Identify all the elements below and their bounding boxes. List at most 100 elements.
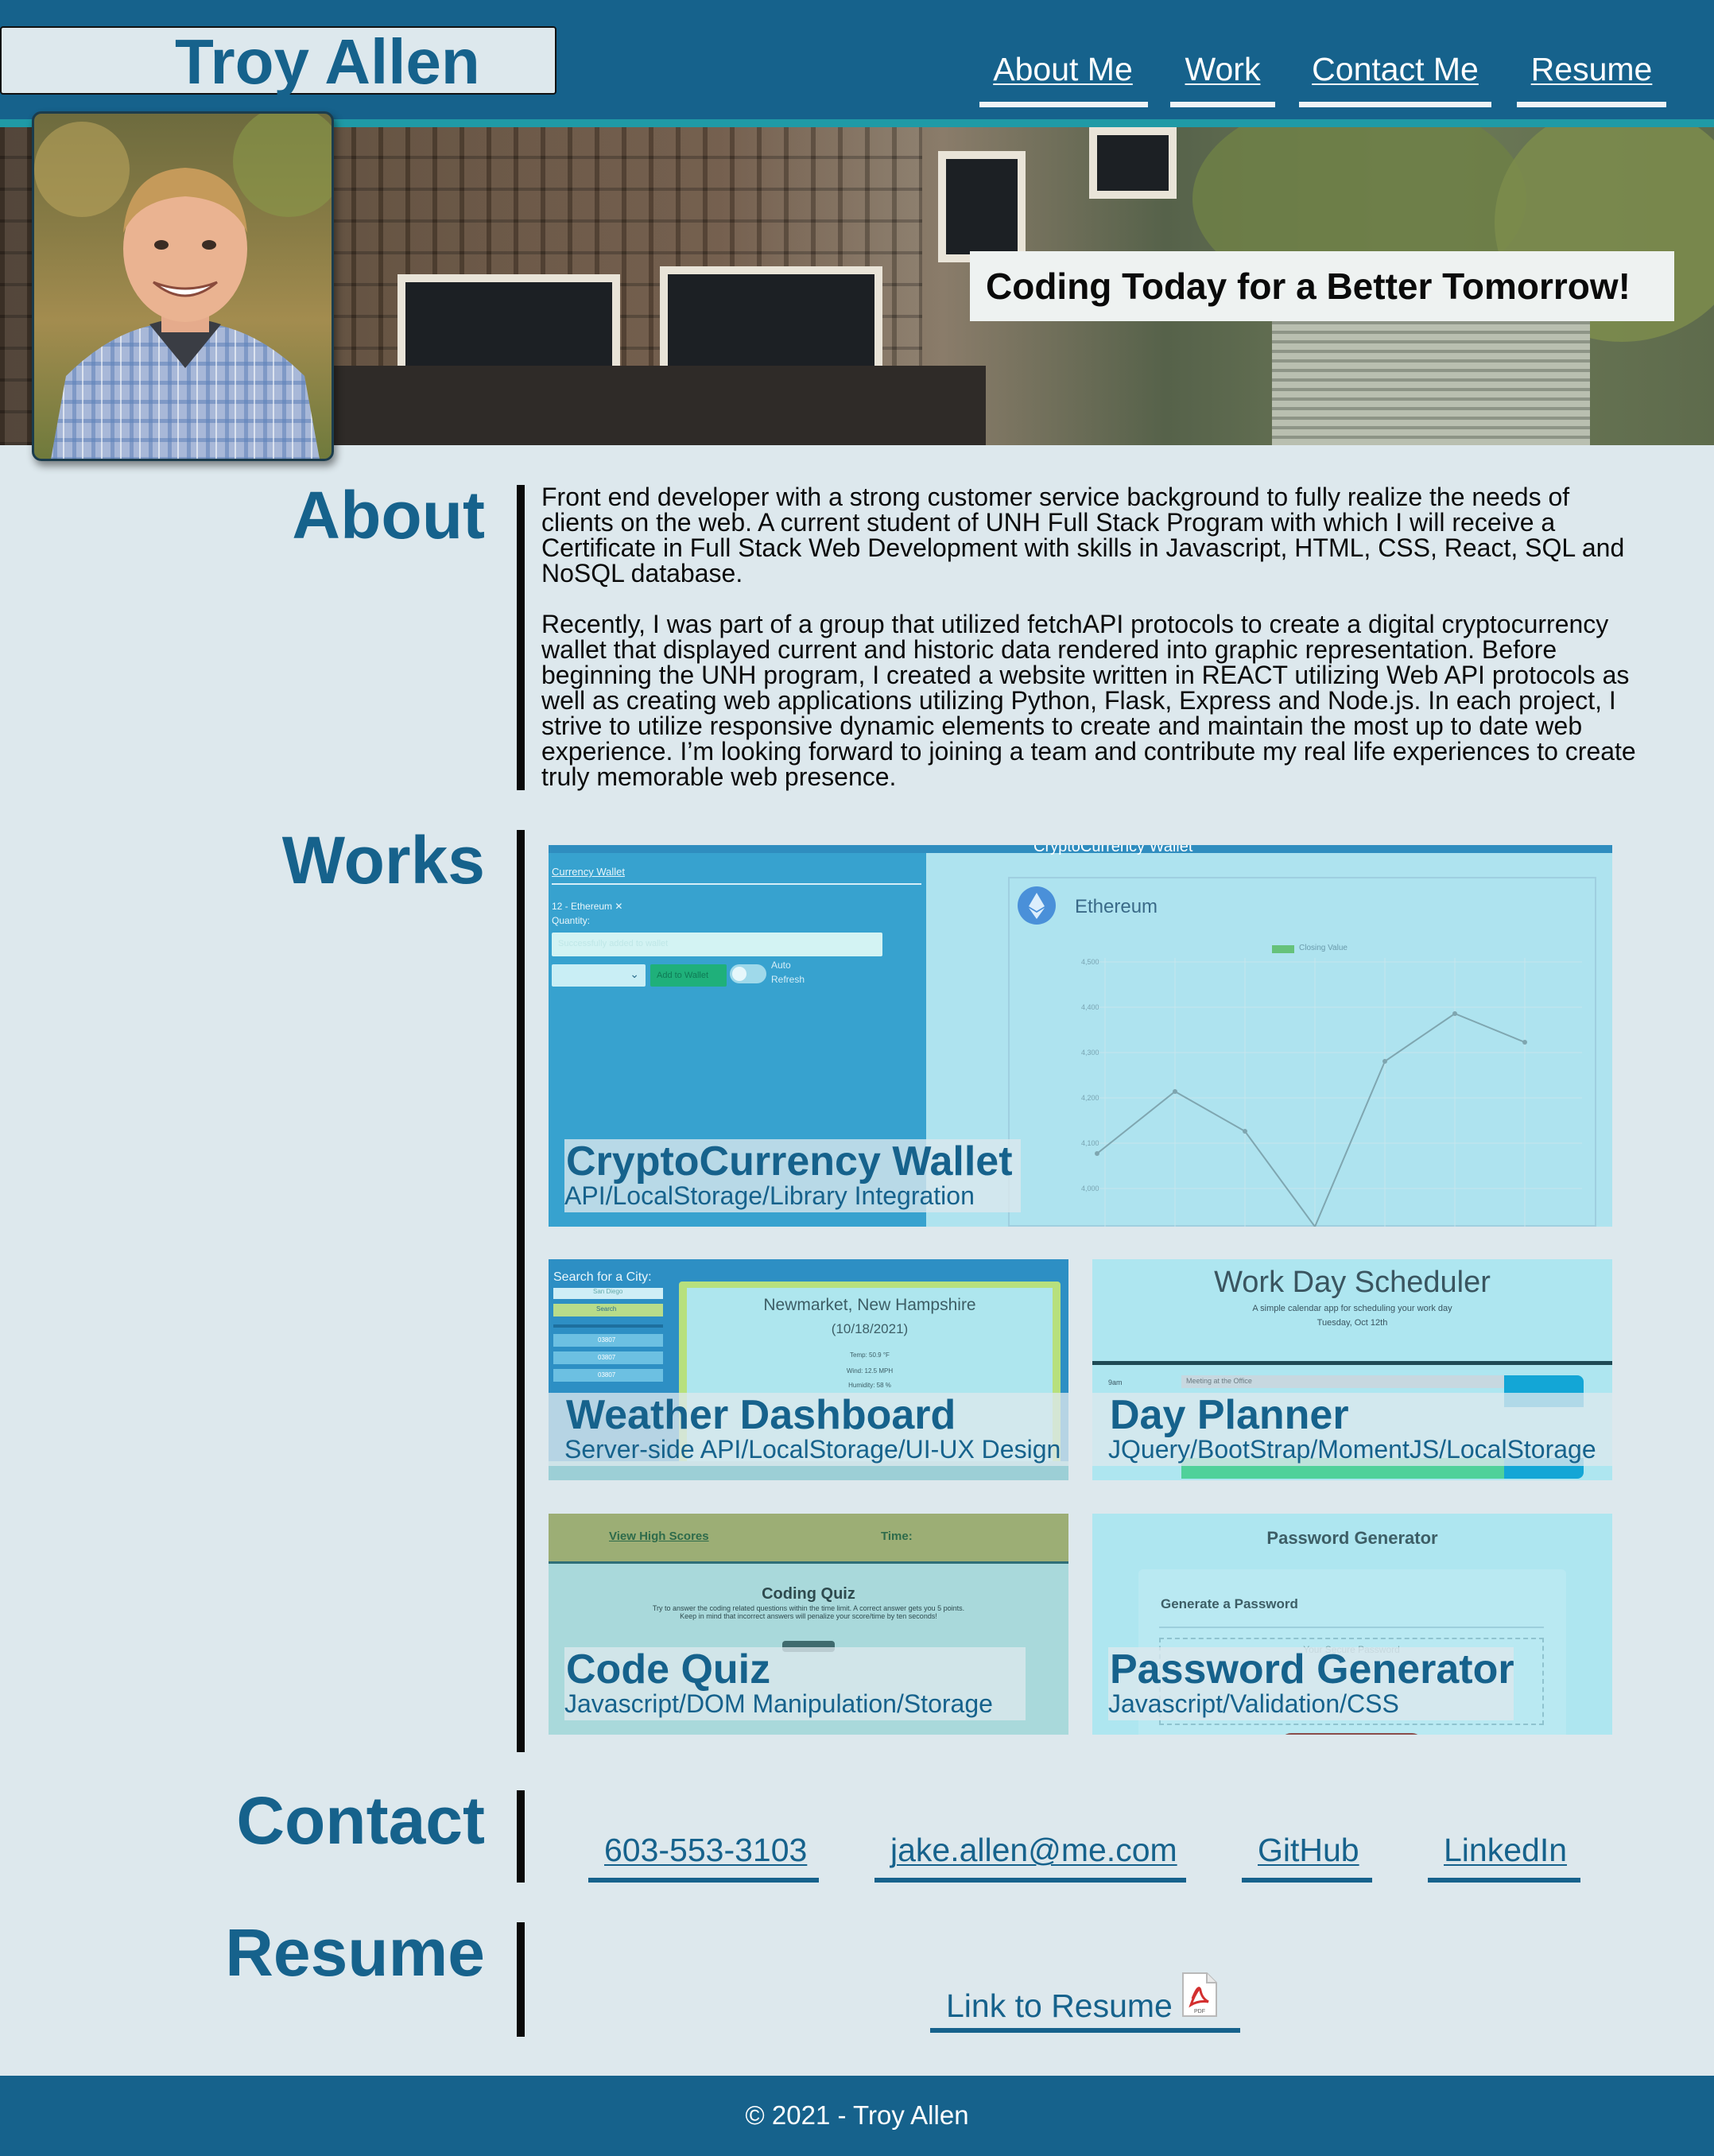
crypto-toggle-label-2: Refresh: [771, 974, 805, 985]
work-title-weather-dashboard: Weather Dashboard: [566, 1392, 956, 1438]
hero-tagline-box: Coding Today for a Better Tomorrow!: [970, 251, 1674, 321]
weather-humidity: Humidity: 58 %: [848, 1382, 891, 1389]
quiz-heading: Coding Quiz: [762, 1585, 855, 1603]
contact-email-link[interactable]: jake.allen@me.com: [890, 1830, 1177, 1870]
pdf-icon[interactable]: PDF: [1181, 1972, 1218, 2018]
works-heading: Works: [281, 823, 485, 898]
contact-phone-link[interactable]: 603-553-3103: [604, 1830, 807, 1870]
crypto-app-title: CryptoCurrency Wallet: [1033, 845, 1193, 855]
weather-search-button: Search: [553, 1304, 663, 1316]
quiz-header: View High Scores Time:: [549, 1514, 1068, 1561]
hero-window: [938, 151, 1026, 262]
work-card-password-generator[interactable]: Password Generator Generate a Password Y…: [1092, 1514, 1612, 1735]
hero-window: [1089, 127, 1177, 199]
work-subtitle-password-generator: Javascript/Validation/CSS: [1108, 1689, 1399, 1718]
planner-event: Meeting at the Office: [1186, 1377, 1252, 1385]
quiz-timer-label: Time:: [881, 1530, 913, 1543]
about-paragraph-2: Recently, I was part of a group that uti…: [541, 610, 1636, 791]
weather-search-label: Search for a City:: [553, 1270, 652, 1284]
work-label-weather-dashboard: Weather Dashboard Server-side API/LocalS…: [549, 1393, 1068, 1466]
nav-contact-me[interactable]: Contact Me: [1299, 49, 1491, 89]
crypto-quantity-label: Quantity:: [552, 915, 591, 926]
crypto-chart-panel: Ethereum Closing Value 4,500 4,400 4,300…: [1008, 877, 1596, 1227]
crypto-ytick: 4,200: [1081, 1094, 1099, 1102]
crypto-ytick: 4,300: [1081, 1049, 1099, 1057]
avatar-portrait: [34, 114, 332, 459]
weather-date: (10/18/2021): [831, 1321, 909, 1336]
crypto-panel-title: Currency Wallet: [552, 866, 625, 878]
crypto-ytick: 4,000: [1081, 1185, 1099, 1192]
weather-history-item-label: 03807: [598, 1354, 616, 1361]
work-subtitle-code-quiz: Javascript/DOM Manipulation/Storage: [564, 1689, 993, 1718]
weather-history-item-label: 03807: [598, 1336, 616, 1344]
contact-email-underline: [874, 1878, 1186, 1883]
contact-divider: [517, 1790, 525, 1883]
planner-rule: [1092, 1361, 1612, 1365]
hero-roof: [286, 366, 986, 445]
hero-neighbor-siding: [1272, 310, 1590, 445]
password-generate-button: [1280, 1733, 1423, 1735]
crypto-add-button-label: Add to Wallet: [657, 971, 709, 980]
work-card-day-planner[interactable]: Work Day Scheduler A simple calendar app…: [1092, 1259, 1612, 1480]
work-subtitle-crypto-wallet: API/LocalStorage/Library Integration: [564, 1181, 975, 1210]
site-footer: © 2021 - Troy Allen: [0, 2076, 1714, 2156]
password-card-title: Generate a Password: [1161, 1596, 1298, 1611]
crypto-quantity-input: Successfully added to wallet: [552, 933, 882, 956]
crypto-toggle-label-1: Auto: [771, 960, 791, 971]
password-heading: Password Generator: [1266, 1528, 1438, 1548]
crypto-ytick: 4,400: [1081, 1003, 1099, 1011]
nav-work[interactable]: Work: [1170, 49, 1275, 89]
resume-link[interactable]: Link to Resume: [946, 1986, 1173, 2026]
weather-history-item: 03807: [553, 1334, 663, 1347]
weather-search-input: San Diego: [553, 1288, 663, 1299]
planner-tagline: A simple calendar app for scheduling you…: [1252, 1304, 1452, 1313]
nav-resume[interactable]: Resume: [1517, 49, 1666, 89]
nav-work-underline: [1170, 102, 1275, 107]
works-divider: [517, 830, 525, 1752]
work-title-code-quiz: Code Quiz: [566, 1646, 771, 1693]
work-card-weather-dashboard[interactable]: Search for a City: San Diego Search 0380…: [549, 1259, 1068, 1480]
crypto-toggle-knob: [732, 967, 746, 981]
crypto-panel-rule: [552, 883, 921, 885]
nav-about-me[interactable]: About Me: [979, 49, 1146, 89]
footer-copyright: © 2021 - Troy Allen: [745, 2100, 969, 2130]
hero-tagline: Coding Today for a Better Tomorrow!: [986, 266, 1631, 307]
contact-github-link[interactable]: GitHub: [1258, 1830, 1359, 1870]
site-name: Troy Allen: [175, 26, 480, 97]
quiz-rule: [549, 1561, 1068, 1564]
work-label-code-quiz: Code Quiz Javascript/DOM Manipulation/St…: [564, 1647, 1026, 1720]
weather-temp: Temp: 50.9 °F: [850, 1351, 890, 1359]
work-label-crypto-wallet: CryptoCurrency Wallet API/LocalStorage/L…: [564, 1139, 1021, 1212]
weather-divider: [553, 1324, 663, 1328]
about-paragraph-1: Front end developer with a strong custom…: [541, 483, 1625, 587]
crypto-add-button: Add to Wallet: [650, 964, 727, 987]
crypto-ytick: 4,500: [1081, 958, 1099, 966]
contact-linkedin-underline: [1428, 1878, 1580, 1883]
resume-heading: Resume: [225, 1915, 485, 1990]
weather-history-item: 03807: [553, 1369, 663, 1382]
weather-search-button-label: Search: [596, 1305, 617, 1313]
pdf-icon-label: PDF: [1194, 2009, 1205, 2014]
work-title-day-planner: Day Planner: [1110, 1392, 1349, 1438]
about-heading: About: [292, 478, 485, 553]
resume-divider: [517, 1922, 525, 2037]
nav-about-me-underline: [979, 102, 1148, 107]
work-card-crypto-wallet[interactable]: CryptoCurrency Wallet Currency Wallet 12…: [549, 845, 1612, 1227]
nav-resume-underline: [1517, 102, 1666, 107]
work-title-password-generator: Password Generator: [1110, 1646, 1514, 1693]
work-card-code-quiz[interactable]: View High Scores Time: Coding Quiz Try t…: [549, 1514, 1068, 1735]
weather-history-item-label: 03807: [598, 1371, 616, 1379]
contact-linkedin-link[interactable]: LinkedIn: [1444, 1830, 1567, 1870]
nav-contact-me-underline: [1299, 102, 1491, 107]
crypto-ytick: 4,100: [1081, 1139, 1099, 1147]
crypto-input-placeholder: Successfully added to wallet: [558, 939, 669, 948]
crypto-select: ⌄: [552, 964, 646, 987]
work-subtitle-weather-dashboard: Server-side API/LocalStorage/UI-UX Desig…: [564, 1435, 1061, 1464]
contact-phone-underline: [588, 1878, 819, 1883]
contact-github-underline: [1242, 1878, 1372, 1883]
weather-wind: Wind: 12.5 MPH: [846, 1367, 894, 1375]
planner-event-row: Meeting at the Office: [1181, 1375, 1504, 1388]
password-card-rule: [1159, 1627, 1544, 1628]
work-label-day-planner: Day Planner JQuery/BootStrap/MomentJS/Lo…: [1092, 1393, 1612, 1466]
weather-history-item: 03807: [553, 1351, 663, 1364]
